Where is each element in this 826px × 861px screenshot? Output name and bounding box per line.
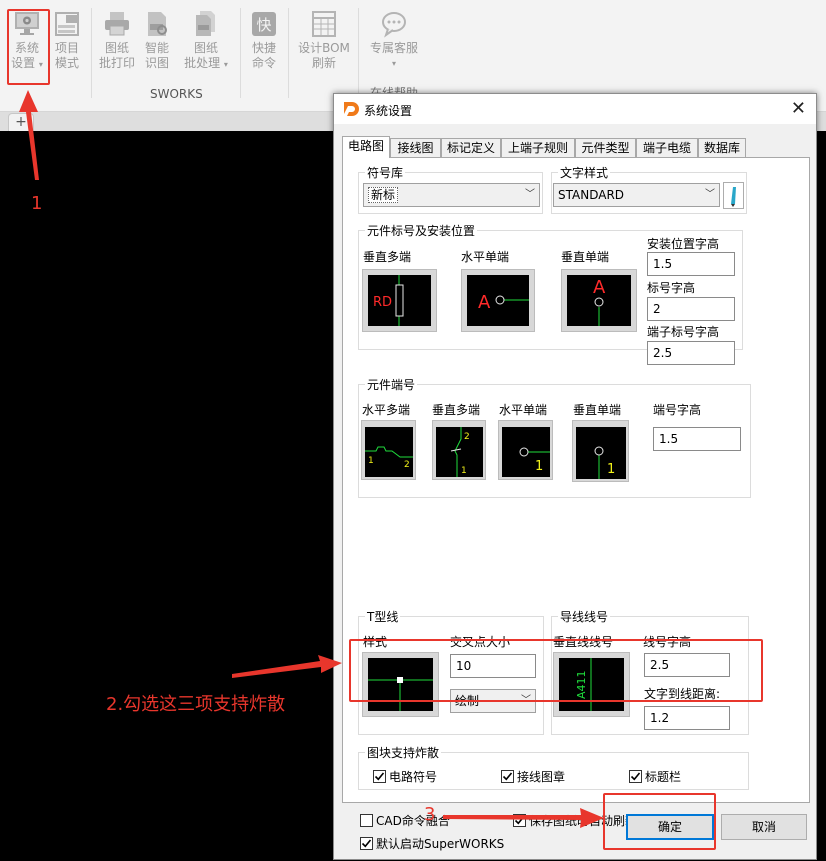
- annotation-step-3: 3: [424, 804, 436, 825]
- tab-circuit[interactable]: 电路图: [342, 136, 390, 158]
- annotation-box-explode: [349, 639, 763, 702]
- annotation-step-1: 1: [31, 193, 43, 214]
- annotation-arrow-1: [19, 90, 39, 180]
- annotation-step-2: 2.勾选这三项支持炸散: [106, 694, 286, 715]
- annotation-box-ok: [603, 793, 716, 850]
- annotation-arrow-2: [232, 655, 342, 678]
- annotation-arrows: [19, 90, 604, 828]
- annotation-arrow-3: [443, 808, 604, 828]
